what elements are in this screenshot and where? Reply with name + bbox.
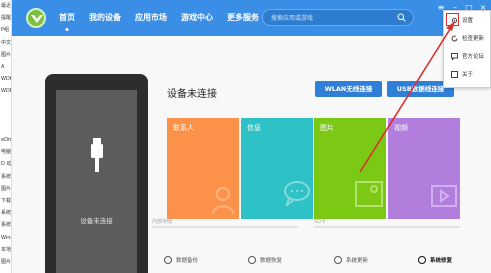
nav-app-market[interactable]: 应用市场: [128, 0, 174, 36]
menu-item-label: 设置: [462, 18, 474, 24]
bg-item: 系统: [1, 173, 12, 180]
wlan-connect-button[interactable]: WLAN无线连接: [315, 81, 382, 97]
bg-item: WDR: [1, 88, 11, 95]
phone-mockup: 设备未连接: [45, 74, 148, 273]
tile-pictures[interactable]: 图片: [314, 118, 386, 219]
bg-item: [0, 98, 11, 110]
search-box: [262, 9, 414, 26]
tile-label: 联系人: [173, 124, 194, 132]
background-window-strip: 最近 提醒 P组 中文电 图片 A WDR WDR eDm 电脑 D 动 系统 …: [0, 0, 12, 273]
bg-item: 电脑: [1, 149, 12, 156]
tile-label: 视频: [394, 124, 408, 132]
tile-label: 图片: [320, 124, 334, 132]
message-bubble-icon: [284, 181, 310, 206]
bg-item: eDm: [1, 137, 12, 144]
bg-item: 图片: [1, 185, 12, 192]
sd-card-label: SD卡: [314, 219, 327, 225]
system-update-label: 系统更新: [346, 258, 369, 264]
bg-item: [0, 122, 11, 134]
bg-item: D 动: [1, 161, 12, 168]
internal-storage-bar: [152, 226, 298, 228]
bg-item: 最近: [1, 3, 12, 9]
system-repair-button[interactable]: 系统修复: [418, 256, 452, 264]
data-restore-label: 数据恢复: [260, 258, 283, 264]
nav-home[interactable]: 首页: [52, 0, 82, 36]
update-icon: [334, 256, 342, 264]
bg-item: 下载: [1, 198, 12, 204]
phone-screen-text: 设备未连接: [80, 217, 113, 225]
data-restore-button[interactable]: 数据恢复: [248, 256, 282, 264]
system-update-button[interactable]: 系统更新: [334, 256, 368, 264]
chat-icon: [451, 52, 458, 60]
sd-card-bar: [314, 226, 460, 228]
tile-label: 信息: [247, 124, 261, 132]
search-icon[interactable]: [397, 13, 406, 22]
header-bar: 首页 我的设备 应用市场 游戏中心 更多服务 ≡ – □ ×: [12, 0, 491, 36]
menu-item-check-update[interactable]: 检查更新: [444, 29, 490, 47]
data-backup-button[interactable]: 数据备份: [164, 256, 198, 264]
bg-item: 中文电: [1, 39, 12, 46]
refresh-icon: [451, 35, 458, 42]
bg-item: A: [1, 63, 5, 70]
menu-item-label: 官方论坛: [462, 54, 485, 60]
menu-item-forum[interactable]: 官方论坛: [444, 47, 490, 65]
bg-item: 系统: [1, 210, 12, 217]
info-icon: [451, 70, 458, 78]
main-nav: 首页 我的设备 应用市场 游戏中心 更多服务: [52, 0, 266, 36]
app-logo[interactable]: [26, 8, 46, 28]
restore-icon: [248, 256, 256, 264]
nav-game-center[interactable]: 游戏中心: [174, 0, 220, 36]
connection-status-title: 设备未连接: [167, 89, 217, 100]
bg-item: WDR: [1, 76, 11, 83]
menu-item-label: 检查更新: [462, 36, 485, 42]
bg-item: P组: [1, 27, 10, 34]
gear-icon: [418, 256, 426, 264]
search-input[interactable]: [271, 12, 391, 24]
bg-item: 本地: [1, 246, 12, 253]
menu-item-about[interactable]: 关于: [444, 65, 490, 83]
internal-storage-label: 内部存储: [152, 219, 173, 225]
phone-screen: 设备未连接: [56, 90, 137, 273]
contacts-icon: [212, 187, 234, 214]
video-icon: [431, 185, 457, 207]
bg-item: Wind: [1, 234, 11, 241]
picture-icon: [355, 181, 383, 207]
tile-contacts[interactable]: 联系人: [167, 118, 239, 219]
data-backup-label: 数据备份: [176, 258, 199, 264]
tile-videos[interactable]: 视频: [388, 118, 460, 219]
usb-cable-icon: [91, 138, 103, 172]
nav-my-device[interactable]: 我的设备: [82, 0, 128, 36]
system-repair-label: 系统修复: [430, 258, 453, 264]
bg-item: 图片: [1, 258, 12, 265]
bg-item: [0, 110, 11, 122]
tile-messages[interactable]: 信息: [241, 118, 313, 219]
logo-icon: [31, 15, 43, 23]
bg-item: 提醒: [1, 15, 12, 22]
bg-item: 系统: [1, 222, 12, 229]
menu-item-label: 关于: [462, 72, 474, 78]
settings-highlight-box: [446, 13, 459, 26]
clock-icon: [164, 256, 172, 264]
bg-item: 图片: [1, 51, 12, 58]
app-window: 首页 我的设备 应用市场 游戏中心 更多服务 ≡ – □ ×: [12, 0, 491, 273]
nav-more-services[interactable]: 更多服务: [220, 0, 266, 36]
